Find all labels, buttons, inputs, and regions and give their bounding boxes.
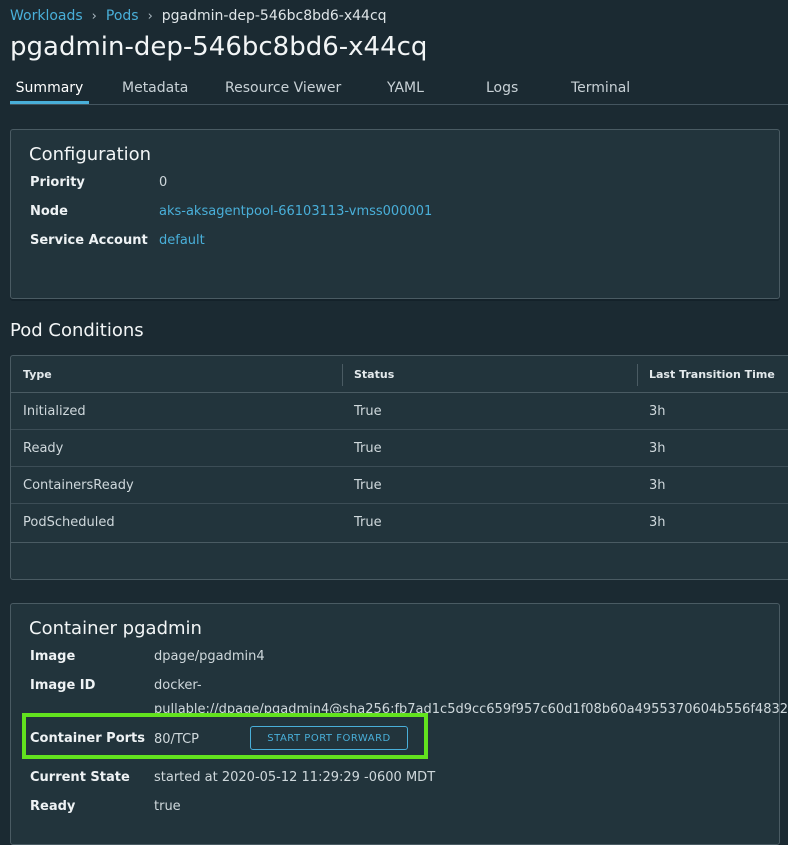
node-link[interactable]: aks-aksagentpool-66103113-vmss000001: [159, 204, 432, 219]
table-row: Initialized True 3h: [11, 393, 788, 430]
image-value: dpage/pgadmin4: [154, 649, 265, 664]
table-row: ContainersReady True 3h: [11, 467, 788, 504]
ready-label: Ready: [30, 799, 76, 814]
node-label: Node: [30, 204, 68, 219]
configuration-card: Configuration Priority 0 Node aks-aksage…: [10, 129, 780, 299]
column-header-type[interactable]: Type: [23, 368, 52, 381]
image-id-value-line1: docker-: [154, 678, 202, 693]
cell-status: True: [354, 404, 382, 419]
column-header-last-transition-time[interactable]: Last Transition Time: [649, 368, 775, 381]
current-state-label: Current State: [30, 770, 130, 785]
table-header: Type Status Last Transition Time: [11, 356, 788, 393]
cell-last-transition-time: 3h: [649, 404, 666, 419]
chevron-right-icon: ›: [91, 8, 97, 24]
column-header-status[interactable]: Status: [354, 368, 394, 381]
breadcrumb-pods[interactable]: Pods: [106, 8, 139, 24]
breadcrumb-current: pgadmin-dep-546bc8bd6-x44cq: [161, 8, 387, 24]
column-divider[interactable]: [342, 364, 343, 386]
tab-logs[interactable]: Logs: [486, 80, 518, 102]
cell-type: ContainersReady: [23, 478, 134, 493]
container-title: Container pgadmin: [29, 618, 202, 639]
image-label: Image: [30, 649, 76, 664]
cell-last-transition-time: 3h: [649, 441, 666, 456]
tab-yaml[interactable]: YAML: [387, 80, 424, 102]
current-state-value: started at 2020-05-12 11:29:29 -0600 MDT: [154, 770, 436, 785]
cell-type: Initialized: [23, 404, 86, 419]
table-footer-divider: [11, 542, 788, 543]
priority-value: 0: [159, 175, 168, 190]
tab-terminal[interactable]: Terminal: [571, 80, 630, 102]
cell-status: True: [354, 441, 382, 456]
tab-summary[interactable]: Summary: [10, 80, 89, 104]
chevron-right-icon: ›: [147, 8, 153, 24]
table-row: Ready True 3h: [11, 430, 788, 467]
pod-conditions-title: Pod Conditions: [10, 320, 144, 341]
cell-type: PodScheduled: [23, 515, 115, 530]
breadcrumb-workloads[interactable]: Workloads: [10, 8, 83, 24]
service-account-label: Service Account: [30, 233, 148, 248]
image-id-label: Image ID: [30, 678, 96, 693]
service-account-link[interactable]: default: [159, 233, 205, 248]
pod-conditions-table: Type Status Last Transition Time Initial…: [10, 355, 788, 580]
cell-status: True: [354, 478, 382, 493]
cell-last-transition-time: 3h: [649, 515, 666, 530]
tab-resource-viewer[interactable]: Resource Viewer: [225, 80, 341, 102]
tab-metadata[interactable]: Metadata: [122, 80, 188, 102]
priority-label: Priority: [30, 175, 85, 190]
tab-bar: Summary Metadata Resource Viewer YAML Lo…: [10, 80, 788, 105]
configuration-title: Configuration: [29, 144, 152, 165]
ready-value: true: [154, 799, 181, 814]
table-row: PodScheduled True 3h: [11, 504, 788, 540]
start-port-forward-button[interactable]: START PORT FORWARD: [250, 726, 408, 750]
cell-type: Ready: [23, 441, 64, 456]
cell-status: True: [354, 515, 382, 530]
column-divider[interactable]: [637, 364, 638, 386]
breadcrumb: Workloads › Pods › pgadmin-dep-546bc8bd6…: [10, 8, 387, 24]
cell-last-transition-time: 3h: [649, 478, 666, 493]
page-title: pgadmin-dep-546bc8bd6-x44cq: [10, 32, 428, 62]
